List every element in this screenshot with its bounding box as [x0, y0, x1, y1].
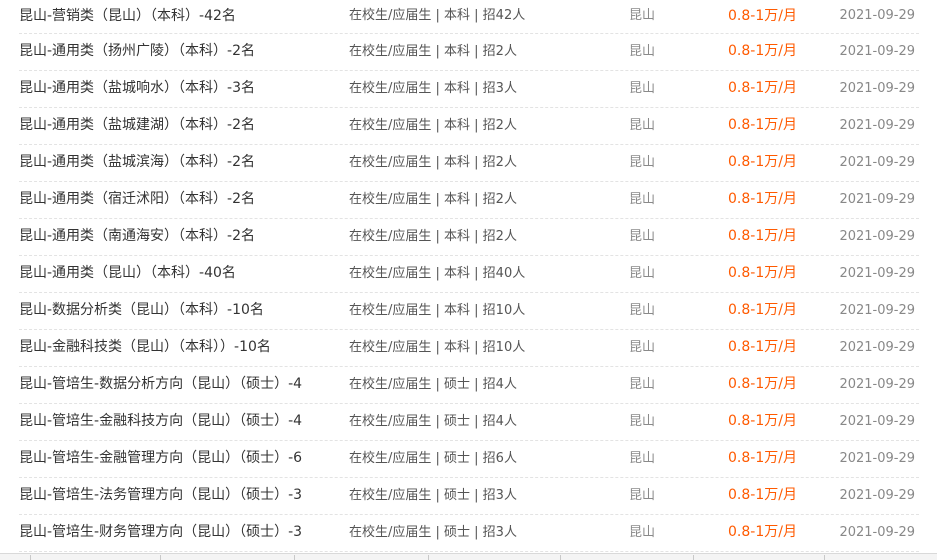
pagination-divider	[294, 555, 295, 560]
job-row[interactable]: 昆山-通用类（南通海安）（本科）-2名 在校生/应届生 | 本科 | 招2人 昆…	[19, 219, 919, 256]
job-requirements: 在校生/应届生 | 本科 | 招10人	[349, 303, 526, 318]
job-salary: 0.8-1万/月	[728, 376, 797, 392]
job-requirements: 在校生/应届生 | 本科 | 招2人	[349, 155, 517, 170]
pagination-divider	[693, 555, 694, 560]
job-title-link[interactable]: 昆山-通用类（昆山）（本科）-40名	[19, 256, 236, 291]
job-requirements: 在校生/应届生 | 硕士 | 招6人	[349, 451, 517, 466]
pagination-divider	[30, 555, 31, 560]
job-requirements: 在校生/应届生 | 本科 | 招2人	[349, 44, 517, 59]
job-row[interactable]: 昆山-通用类（扬州广陵）（本科）-2名 在校生/应届生 | 本科 | 招2人 昆…	[19, 34, 919, 71]
pagination-divider	[428, 555, 429, 560]
job-salary: 0.8-1万/月	[728, 154, 797, 170]
job-title-link[interactable]: 昆山-通用类（扬州广陵）（本科）-2名	[19, 34, 255, 69]
job-salary: 0.8-1万/月	[728, 413, 797, 429]
job-city: 昆山	[629, 525, 656, 540]
job-city: 昆山	[629, 81, 656, 96]
job-date: 2021-09-29	[839, 155, 915, 170]
job-salary: 0.8-1万/月	[728, 191, 797, 207]
job-salary: 0.8-1万/月	[728, 8, 797, 24]
job-list: 昆山-营销类（昆山）（本科）-42名 在校生/应届生 | 本科 | 招42人 昆…	[0, 0, 937, 552]
job-city: 昆山	[629, 229, 656, 244]
job-row[interactable]: 昆山-通用类（宿迁沭阳）（本科）-2名 在校生/应届生 | 本科 | 招2人 昆…	[19, 182, 919, 219]
job-row[interactable]: 昆山-数据分析类（昆山）（本科）-10名 在校生/应届生 | 本科 | 招10人…	[19, 293, 919, 330]
job-city: 昆山	[629, 44, 656, 59]
job-salary: 0.8-1万/月	[728, 302, 797, 318]
job-salary: 0.8-1万/月	[728, 339, 797, 355]
job-date: 2021-09-29	[839, 377, 915, 392]
job-salary: 0.8-1万/月	[728, 524, 797, 540]
job-date: 2021-09-29	[839, 488, 915, 503]
job-row[interactable]: 昆山-金融科技类（昆山）（本科））-10名 在校生/应届生 | 本科 | 招10…	[19, 330, 919, 367]
job-city: 昆山	[629, 488, 656, 503]
job-title-link[interactable]: 昆山-通用类（盐城响水）（本科）-3名	[19, 71, 255, 106]
job-title-link[interactable]: 昆山-管培生-财务管理方向（昆山）（硕士）-3	[19, 515, 302, 550]
pagination-bar	[0, 553, 937, 560]
job-row[interactable]: 昆山-管培生-法务管理方向（昆山）（硕士）-3 在校生/应届生 | 硕士 | 招…	[19, 478, 919, 515]
job-row[interactable]: 昆山-管培生-财务管理方向（昆山）（硕士）-3 在校生/应届生 | 硕士 | 招…	[19, 515, 919, 552]
job-requirements: 在校生/应届生 | 本科 | 招2人	[349, 229, 517, 244]
job-date: 2021-09-29	[839, 229, 915, 244]
job-salary: 0.8-1万/月	[728, 450, 797, 466]
job-title-link[interactable]: 昆山-管培生-金融管理方向（昆山）（硕士）-6	[19, 441, 302, 476]
job-requirements: 在校生/应届生 | 硕士 | 招3人	[349, 488, 517, 503]
job-requirements: 在校生/应届生 | 本科 | 招42人	[349, 8, 526, 23]
job-city: 昆山	[629, 377, 656, 392]
job-salary: 0.8-1万/月	[728, 43, 797, 59]
job-title-link[interactable]: 昆山-通用类（宿迁沭阳）（本科）-2名	[19, 182, 255, 217]
job-date: 2021-09-29	[839, 118, 915, 133]
job-salary: 0.8-1万/月	[728, 265, 797, 281]
job-row[interactable]: 昆山-通用类（盐城滨海）（本科）-2名 在校生/应届生 | 本科 | 招2人 昆…	[19, 145, 919, 182]
job-title-link[interactable]: 昆山-管培生-法务管理方向（昆山）（硕士）-3	[19, 478, 302, 513]
job-requirements: 在校生/应届生 | 本科 | 招3人	[349, 81, 517, 96]
job-title-link[interactable]: 昆山-通用类（盐城建湖）（本科）-2名	[19, 108, 255, 143]
job-date: 2021-09-29	[839, 414, 915, 429]
job-date: 2021-09-29	[839, 8, 915, 23]
job-city: 昆山	[629, 303, 656, 318]
job-date: 2021-09-29	[839, 192, 915, 207]
job-title-link[interactable]: 昆山-管培生-数据分析方向（昆山）（硕士）-4	[19, 367, 302, 402]
job-row[interactable]: 昆山-通用类（盐城建湖）（本科）-2名 在校生/应届生 | 本科 | 招2人 昆…	[19, 108, 919, 145]
job-date: 2021-09-29	[839, 266, 915, 281]
job-city: 昆山	[629, 192, 656, 207]
pagination-divider	[824, 555, 825, 560]
job-requirements: 在校生/应届生 | 本科 | 招40人	[349, 266, 526, 281]
job-requirements: 在校生/应届生 | 本科 | 招10人	[349, 340, 526, 355]
job-city: 昆山	[629, 8, 656, 23]
job-row[interactable]: 昆山-管培生-金融科技方向（昆山）（硕士）-4 在校生/应届生 | 硕士 | 招…	[19, 404, 919, 441]
job-date: 2021-09-29	[839, 81, 915, 96]
job-requirements: 在校生/应届生 | 硕士 | 招3人	[349, 525, 517, 540]
job-requirements: 在校生/应届生 | 本科 | 招2人	[349, 192, 517, 207]
job-city: 昆山	[629, 155, 656, 170]
job-city: 昆山	[629, 451, 656, 466]
job-requirements: 在校生/应届生 | 硕士 | 招4人	[349, 377, 517, 392]
job-title-link[interactable]: 昆山-营销类（昆山）（本科）-42名	[19, 0, 236, 32]
job-city: 昆山	[629, 414, 656, 429]
job-title-link[interactable]: 昆山-数据分析类（昆山）（本科）-10名	[19, 293, 264, 328]
job-title-link[interactable]: 昆山-金融科技类（昆山）（本科））-10名	[19, 330, 271, 365]
job-city: 昆山	[629, 266, 656, 281]
job-city: 昆山	[629, 340, 656, 355]
job-date: 2021-09-29	[839, 303, 915, 318]
job-row[interactable]: 昆山-通用类（昆山）（本科）-40名 在校生/应届生 | 本科 | 招40人 昆…	[19, 256, 919, 293]
job-salary: 0.8-1万/月	[728, 80, 797, 96]
job-row[interactable]: 昆山-营销类（昆山）（本科）-42名 在校生/应届生 | 本科 | 招42人 昆…	[19, 0, 919, 34]
job-requirements: 在校生/应届生 | 硕士 | 招4人	[349, 414, 517, 429]
job-requirements: 在校生/应届生 | 本科 | 招2人	[349, 118, 517, 133]
job-date: 2021-09-29	[839, 44, 915, 59]
job-salary: 0.8-1万/月	[728, 228, 797, 244]
pagination-divider	[160, 555, 161, 560]
job-title-link[interactable]: 昆山-管培生-金融科技方向（昆山）（硕士）-4	[19, 404, 302, 439]
job-city: 昆山	[629, 118, 656, 133]
pagination-divider	[560, 555, 561, 560]
job-date: 2021-09-29	[839, 451, 915, 466]
job-row[interactable]: 昆山-管培生-金融管理方向（昆山）（硕士）-6 在校生/应届生 | 硕士 | 招…	[19, 441, 919, 478]
job-salary: 0.8-1万/月	[728, 117, 797, 133]
job-title-link[interactable]: 昆山-通用类（盐城滨海）（本科）-2名	[19, 145, 255, 180]
job-title-link[interactable]: 昆山-通用类（南通海安）（本科）-2名	[19, 219, 255, 254]
job-date: 2021-09-29	[839, 340, 915, 355]
job-salary: 0.8-1万/月	[728, 487, 797, 503]
job-row[interactable]: 昆山-通用类（盐城响水）（本科）-3名 在校生/应届生 | 本科 | 招3人 昆…	[19, 71, 919, 108]
job-date: 2021-09-29	[839, 525, 915, 540]
job-row[interactable]: 昆山-管培生-数据分析方向（昆山）（硕士）-4 在校生/应届生 | 硕士 | 招…	[19, 367, 919, 404]
